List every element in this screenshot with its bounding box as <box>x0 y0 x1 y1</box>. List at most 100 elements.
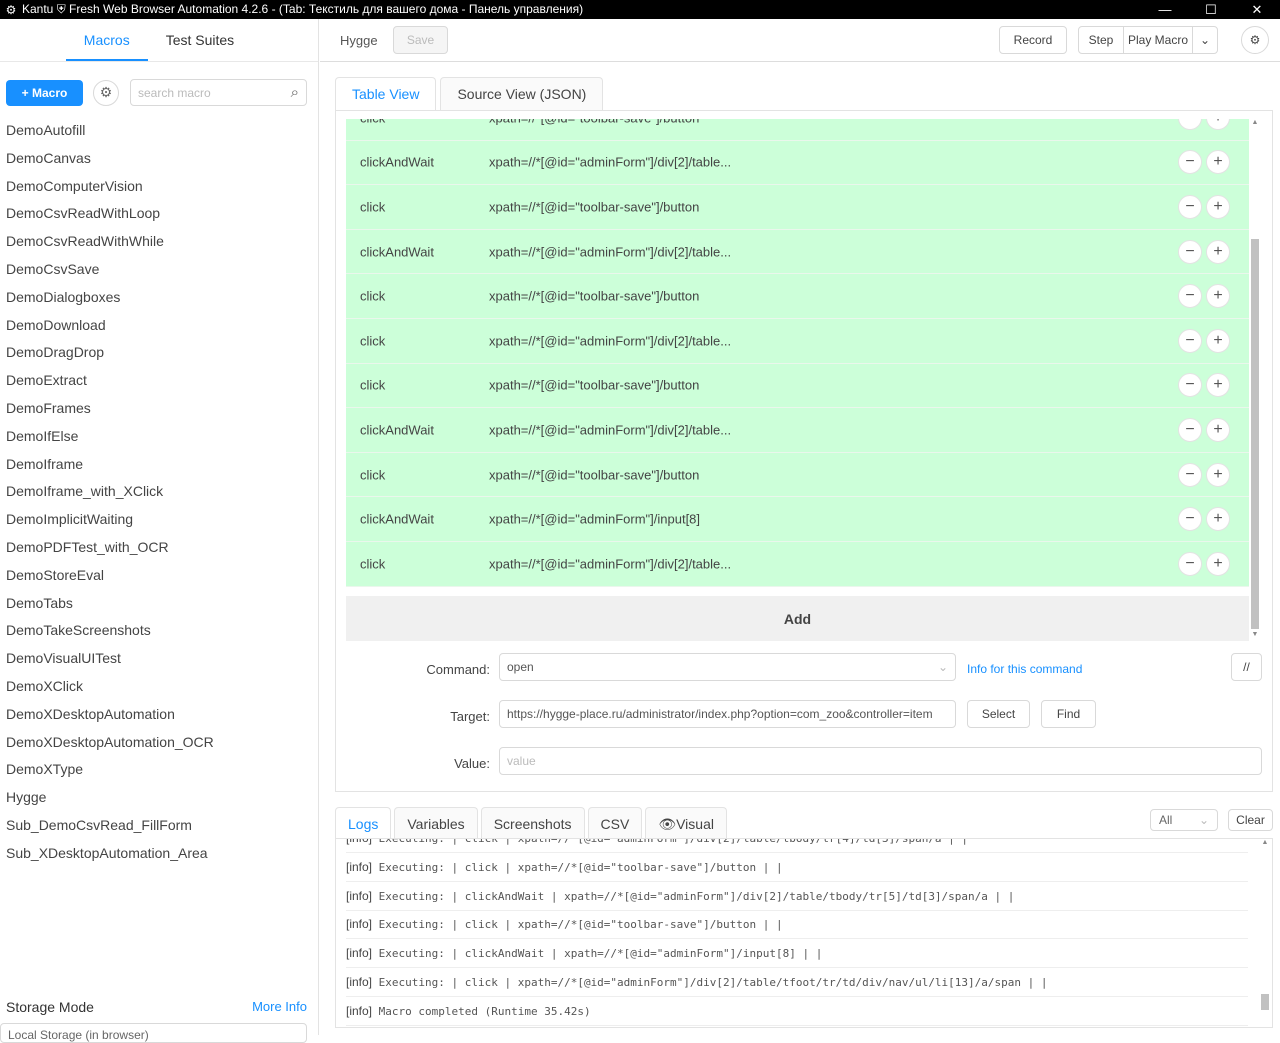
tab-csv[interactable]: CSV <box>587 807 643 839</box>
macro-list-item[interactable]: DemoXType <box>6 758 306 786</box>
macro-list-item[interactable]: DemoImplicitWaiting <box>6 508 306 536</box>
macro-list-item[interactable]: DemoVisualUITest <box>6 647 306 675</box>
comment-toggle-button[interactable]: // <box>1231 653 1262 681</box>
macro-list-item[interactable]: DemoIframe_with_XClick <box>6 480 306 508</box>
macro-list-item[interactable]: DemoPDFTest_with_OCR <box>6 536 306 564</box>
macro-list-item[interactable]: DemoIframe <box>6 453 306 481</box>
macro-list-item[interactable]: Sub_XDesktopAutomation_Area <box>6 842 306 870</box>
remove-command-button[interactable]: − <box>1178 551 1202 576</box>
macro-list-item[interactable]: DemoExtract <box>6 369 306 397</box>
scroll-up-arrow-icon[interactable]: ▲ <box>1250 119 1260 126</box>
insert-command-button[interactable]: + <box>1206 239 1230 264</box>
maximize-button[interactable]: ☐ <box>1188 0 1234 19</box>
macro-list-item[interactable]: Hygge <box>6 786 306 814</box>
macro-list-item[interactable]: DemoDragDrop <box>6 341 306 369</box>
sidebar-settings-button[interactable]: ⚙ <box>93 79 119 106</box>
tab-source-view[interactable]: Source View (JSON) <box>440 77 604 110</box>
macro-list-item[interactable]: DemoStoreEval <box>6 564 306 592</box>
insert-command-button[interactable]: + <box>1206 194 1230 219</box>
scroll-up-arrow-icon[interactable]: ▲ <box>1260 839 1270 846</box>
tab-table-view[interactable]: Table View <box>335 77 437 111</box>
macro-list-item[interactable]: DemoCsvReadWithWhile <box>6 230 306 258</box>
log-scrollbar-thumb[interactable] <box>1261 994 1269 1010</box>
macro-list-item[interactable]: DemoXClick <box>6 675 306 703</box>
command-row[interactable]: click xpath=//*[@id="toolbar-save"]/butto… <box>346 363 1249 409</box>
macro-list-item[interactable]: DemoDialogboxes <box>6 286 306 314</box>
insert-command-button[interactable]: + <box>1206 150 1230 175</box>
macro-list-item[interactable]: DemoCsvSave <box>6 258 306 286</box>
scroll-down-arrow-icon[interactable]: ▼ <box>1250 631 1260 638</box>
tab-visual[interactable]: 👁Visual <box>645 807 727 839</box>
minimize-button[interactable]: — <box>1142 0 1188 19</box>
remove-command-button[interactable]: − <box>1178 284 1202 309</box>
record-button[interactable]: Record <box>999 26 1067 54</box>
macro-list-item[interactable]: DemoCsvReadWithLoop <box>6 202 306 230</box>
macro-list-item[interactable]: DemoTabs <box>6 592 306 620</box>
target-input[interactable]: https://hygge-place.ru/administrator/ind… <box>499 700 956 728</box>
more-info-link[interactable]: More Info <box>252 999 307 1015</box>
remove-command-button[interactable]: − <box>1178 194 1202 219</box>
command-row[interactable]: clickAndWait xpath=//*[@id="adminForm"]/d… <box>346 229 1249 275</box>
log-scrollbar[interactable]: ▲ <box>1260 839 1270 1027</box>
command-info-link[interactable]: Info for this command <box>967 662 1082 676</box>
macro-list-item[interactable]: DemoAutofill <box>6 119 306 147</box>
remove-command-button[interactable]: − <box>1178 373 1202 398</box>
play-options-dropdown[interactable]: ⌄ <box>1192 26 1218 54</box>
insert-command-button[interactable]: + <box>1206 462 1230 487</box>
value-input[interactable]: value <box>499 747 1262 775</box>
remove-command-button[interactable]: − <box>1178 150 1202 175</box>
remove-command-button[interactable]: − <box>1178 328 1202 353</box>
command-row[interactable]: click xpath=//*[@id="toolbar-save"]/butto… <box>346 185 1249 230</box>
command-table-scrollbar[interactable]: ▲ ▼ <box>1250 119 1260 641</box>
scrollbar-thumb[interactable] <box>1251 239 1259 629</box>
remove-command-button[interactable]: − <box>1178 239 1202 264</box>
command-row[interactable]: click xpath=//*[@id="adminForm"]/div[2]/t… <box>346 319 1249 364</box>
insert-command-button[interactable]: + <box>1206 328 1230 353</box>
log-filter-select[interactable]: All ⌄ <box>1150 809 1218 831</box>
macro-list-item[interactable]: Sub_DemoCsvRead_FillForm <box>6 814 306 842</box>
macro-list-item[interactable]: DemoCanvas <box>6 147 306 175</box>
insert-command-button[interactable]: + <box>1206 507 1230 532</box>
insert-command-button[interactable]: + <box>1206 417 1230 442</box>
remove-command-button[interactable]: − <box>1178 462 1202 487</box>
insert-command-button[interactable]: + <box>1206 284 1230 309</box>
macro-list-item[interactable]: DemoDownload <box>6 314 306 342</box>
add-command-button[interactable]: Add <box>346 596 1249 641</box>
command-row[interactable]: clickAndWait xpath=//*[@id="adminForm"]/i… <box>346 497 1249 542</box>
save-button[interactable]: Save <box>393 26 448 54</box>
command-row[interactable]: click xpath=//*[@id="adminForm"]/div[2]/t… <box>346 542 1249 587</box>
clear-logs-button[interactable]: Clear <box>1228 809 1273 831</box>
tab-logs[interactable]: Logs <box>335 807 392 839</box>
step-button[interactable]: Step <box>1078 26 1124 54</box>
command-select[interactable]: open ⌄ <box>499 653 956 681</box>
macro-list-item[interactable]: DemoXDesktopAutomation <box>6 703 306 731</box>
macro-list-item[interactable]: DemoFrames <box>6 397 306 425</box>
tab-test-suites[interactable]: Test Suites <box>148 19 252 61</box>
command-row[interactable]: click xpath=//*[@id="toolbar-save"]/butto… <box>346 119 1249 141</box>
close-button[interactable]: ✕ <box>1234 0 1280 19</box>
remove-command-button[interactable]: − <box>1178 119 1202 130</box>
insert-command-button[interactable]: + <box>1206 373 1230 398</box>
add-macro-button[interactable]: + Macro <box>6 79 83 106</box>
macro-list-item[interactable]: DemoXDesktopAutomation_OCR <box>6 731 306 759</box>
macro-list-item[interactable]: DemoComputerVision <box>6 175 306 203</box>
macro-list-item[interactable]: DemoTakeScreenshots <box>6 619 306 647</box>
tab-screenshots[interactable]: Screenshots <box>480 807 585 839</box>
remove-command-button[interactable]: − <box>1178 417 1202 442</box>
search-input[interactable]: search macro ⌕ <box>130 79 307 106</box>
command-row[interactable]: clickAndWait xpath=//*[@id="adminForm"]/d… <box>346 140 1249 186</box>
select-button[interactable]: Select <box>967 700 1030 728</box>
tab-macros[interactable]: Macros <box>65 19 148 61</box>
tab-variables[interactable]: Variables <box>394 807 478 839</box>
settings-button[interactable]: ⚙ <box>1241 26 1269 54</box>
insert-command-button[interactable]: + <box>1206 551 1230 576</box>
command-row[interactable]: clickAndWait xpath=//*[@id="adminForm"]/d… <box>346 408 1249 453</box>
insert-command-button[interactable]: + <box>1206 119 1230 130</box>
storage-mode-select[interactable]: Local Storage (in browser) <box>0 1023 307 1043</box>
command-row[interactable]: click xpath=//*[@id="toolbar-save"]/butto… <box>346 452 1249 498</box>
command-row[interactable]: click xpath=//*[@id="toolbar-save"]/butto… <box>346 274 1249 319</box>
play-macro-button[interactable]: Play Macro <box>1123 26 1193 54</box>
macro-list-item[interactable]: DemoIfElse <box>6 425 306 453</box>
find-button[interactable]: Find <box>1041 700 1096 728</box>
remove-command-button[interactable]: − <box>1178 507 1202 532</box>
